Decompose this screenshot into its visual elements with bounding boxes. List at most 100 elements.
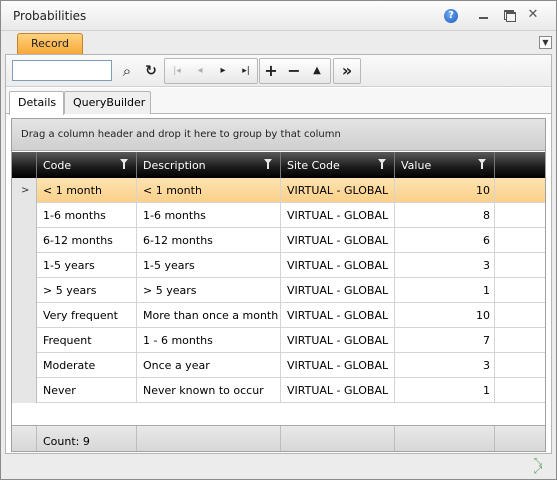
cell-code[interactable]: Never: [37, 378, 137, 403]
record-panel: ⌕ ↻ |◂ ◂ ▸ ▸| + − ▲ » Details QueryBuild…: [5, 54, 552, 454]
row-indicator[interactable]: [12, 203, 37, 228]
cell-value[interactable]: 10: [395, 178, 495, 203]
last-record-icon[interactable]: ▸|: [235, 60, 257, 82]
cell-filler: [495, 303, 545, 328]
header-filler: [495, 152, 545, 178]
cell-description[interactable]: 6-12 months: [137, 228, 281, 253]
filter-icon[interactable]: [264, 159, 273, 170]
tab-querybuilder[interactable]: QueryBuilder: [64, 91, 151, 114]
cell-code[interactable]: Very frequent: [37, 303, 137, 328]
cell-value[interactable]: 8: [395, 203, 495, 228]
cell-site-code[interactable]: VIRTUAL - GLOBAL: [281, 203, 395, 228]
cell-site-code[interactable]: VIRTUAL - GLOBAL: [281, 353, 395, 378]
refresh-icon[interactable]: ↻: [140, 60, 162, 82]
cell-value[interactable]: 6: [395, 228, 495, 253]
cell-value[interactable]: 1: [395, 278, 495, 303]
cell-filler: [495, 378, 545, 403]
row-indicator[interactable]: [12, 353, 37, 378]
minimize-icon[interactable]: [475, 8, 491, 22]
cell-value[interactable]: 7: [395, 328, 495, 353]
probabilities-window: Probabilities ? ✕ Record ▼ ⌕ ↻ |◂ ◂ ▸ ▸|…: [0, 0, 557, 480]
column-header-site-code[interactable]: Site Code: [281, 152, 395, 178]
cell-site-code[interactable]: VIRTUAL - GLOBAL: [281, 228, 395, 253]
first-record-icon[interactable]: |◂: [166, 60, 188, 82]
remove-record-icon[interactable]: −: [283, 60, 305, 82]
cell-code[interactable]: 1-6 months: [37, 203, 137, 228]
column-header-label: Value: [401, 159, 432, 172]
search-input[interactable]: [12, 60, 112, 81]
row-indicator[interactable]: [12, 253, 37, 278]
row-indicator[interactable]: [12, 328, 37, 353]
cell-value[interactable]: 1: [395, 378, 495, 403]
filter-icon[interactable]: [120, 159, 129, 170]
cell-value[interactable]: 3: [395, 353, 495, 378]
add-record-icon[interactable]: +: [260, 60, 282, 82]
cell-description[interactable]: 1-5 years: [137, 253, 281, 278]
row-indicator[interactable]: >: [12, 178, 37, 203]
cell-code[interactable]: < 1 month: [37, 178, 137, 203]
column-header-label: Code: [43, 159, 72, 172]
column-header-value[interactable]: Value: [395, 152, 495, 178]
table-row[interactable]: Frequent 1 - 6 months VIRTUAL - GLOBAL 7: [12, 328, 545, 353]
cell-site-code[interactable]: VIRTUAL - GLOBAL: [281, 178, 395, 203]
table-row[interactable]: > 5 years > 5 years VIRTUAL - GLOBAL 1: [12, 278, 545, 303]
cell-code[interactable]: > 5 years: [37, 278, 137, 303]
filter-icon[interactable]: [378, 159, 387, 170]
column-header-description[interactable]: Description: [137, 152, 281, 178]
row-indicator[interactable]: [12, 278, 37, 303]
column-header-label: Site Code: [287, 159, 340, 172]
cell-value[interactable]: 10: [395, 303, 495, 328]
row-indicator[interactable]: [12, 228, 37, 253]
cell-site-code[interactable]: VIRTUAL - GLOBAL: [281, 378, 395, 403]
cell-code[interactable]: Frequent: [37, 328, 137, 353]
resize-grip-icon[interactable]: ⤡ ⤢: [534, 458, 550, 476]
row-indicator[interactable]: [12, 378, 37, 403]
table-row[interactable]: > < 1 month < 1 month VIRTUAL - GLOBAL 10: [12, 178, 545, 203]
search-icon[interactable]: ⌕: [116, 60, 138, 82]
cell-description[interactable]: More than once a month: [137, 303, 281, 328]
cell-code[interactable]: 6-12 months: [37, 228, 137, 253]
cell-site-code[interactable]: VIRTUAL - GLOBAL: [281, 303, 395, 328]
close-icon[interactable]: ✕: [525, 8, 541, 22]
cell-filler: [495, 203, 545, 228]
table-row[interactable]: 6-12 months 6-12 months VIRTUAL - GLOBAL 6: [12, 228, 545, 253]
cell-description[interactable]: Never known to occur: [137, 378, 281, 403]
table-row[interactable]: Never Never known to occur VIRTUAL - GLOBA…: [12, 378, 545, 403]
group-by-panel[interactable]: Drag a column header and drop it here to…: [12, 119, 545, 151]
cell-value[interactable]: 3: [395, 253, 495, 278]
detail-tabs: Details QueryBuilder: [6, 88, 551, 115]
chevron-down-icon[interactable]: ▼: [539, 36, 552, 49]
footer-indicator: [12, 426, 37, 451]
table-row[interactable]: 1-6 months 1-6 months VIRTUAL - GLOBAL 8: [12, 203, 545, 228]
table-row[interactable]: 1-5 years 1-5 years VIRTUAL - GLOBAL 3: [12, 253, 545, 278]
table-row[interactable]: Moderate Once a year VIRTUAL - GLOBAL 3: [12, 353, 545, 378]
column-header-label: Description: [143, 159, 206, 172]
filter-icon[interactable]: [478, 159, 487, 170]
row-indicator[interactable]: [12, 303, 37, 328]
tab-record[interactable]: Record: [17, 33, 83, 54]
help-icon[interactable]: ?: [444, 9, 458, 23]
grid-footer: Count: 9: [12, 425, 545, 451]
data-grid: Drag a column header and drop it here to…: [11, 118, 546, 452]
move-up-icon[interactable]: ▲: [306, 60, 328, 82]
cell-filler: [495, 178, 545, 203]
column-header-code[interactable]: Code: [37, 152, 137, 178]
cell-filler: [495, 353, 545, 378]
next-record-icon[interactable]: ▸: [212, 60, 234, 82]
cell-description[interactable]: 1 - 6 months: [137, 328, 281, 353]
previous-record-icon[interactable]: ◂: [189, 60, 211, 82]
cell-code[interactable]: Moderate: [37, 353, 137, 378]
cell-site-code[interactable]: VIRTUAL - GLOBAL: [281, 278, 395, 303]
restore-icon[interactable]: [501, 8, 517, 22]
cell-description[interactable]: 1-6 months: [137, 203, 281, 228]
cell-description[interactable]: Once a year: [137, 353, 281, 378]
tab-details[interactable]: Details: [9, 91, 64, 115]
more-options-icon[interactable]: »: [336, 60, 358, 82]
cell-description[interactable]: > 5 years: [137, 278, 281, 303]
cell-code[interactable]: 1-5 years: [37, 253, 137, 278]
cell-site-code[interactable]: VIRTUAL - GLOBAL: [281, 328, 395, 353]
cell-description[interactable]: < 1 month: [137, 178, 281, 203]
table-row[interactable]: Very frequent More than once a month VIRTU…: [12, 303, 545, 328]
footer-cell: [137, 426, 281, 451]
cell-site-code[interactable]: VIRTUAL - GLOBAL: [281, 253, 395, 278]
